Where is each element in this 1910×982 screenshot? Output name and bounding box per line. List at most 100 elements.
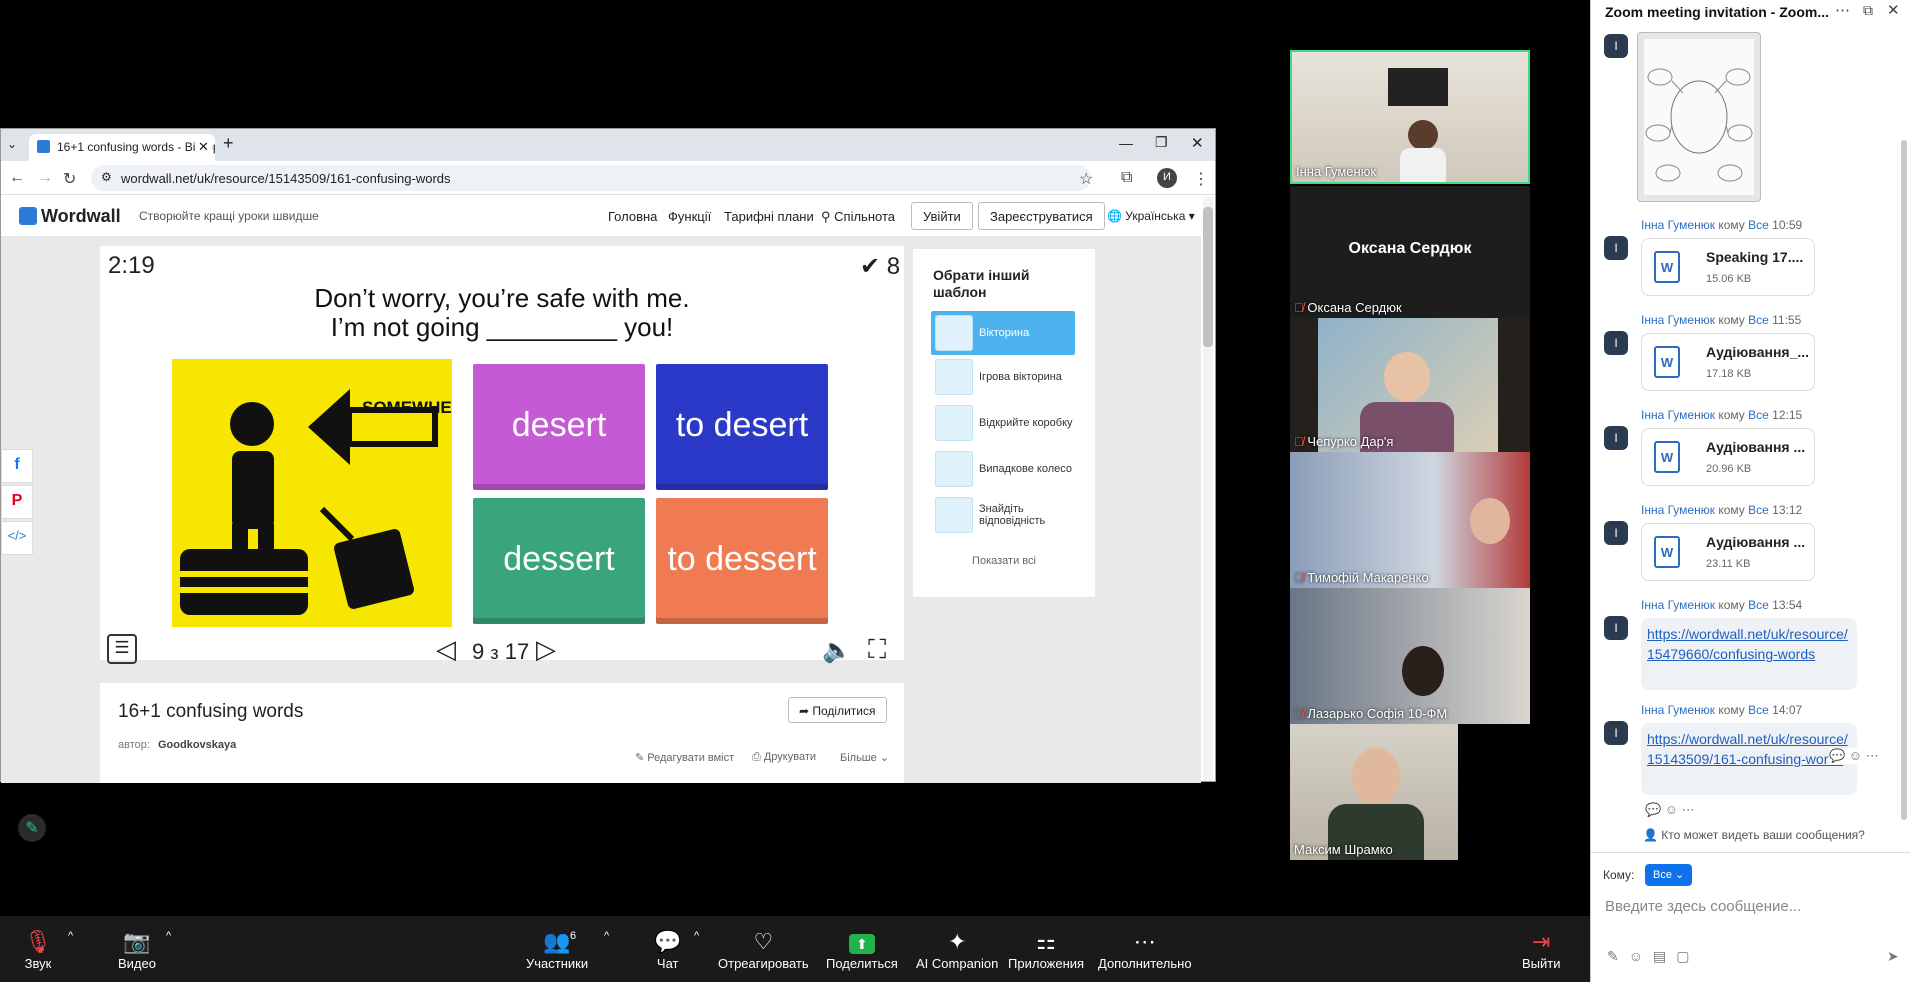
register-button[interactable]: Зареєструватися — [978, 202, 1105, 230]
link-message[interactable]: https://wordwall.net/uk/resource/1547966… — [1641, 618, 1857, 690]
language-select[interactable]: 🌐 Українська ▾ — [1107, 209, 1195, 223]
more-dropdown[interactable]: Більше ⌄ — [840, 751, 889, 764]
answer-card-2[interactable]: to desert — [656, 364, 828, 490]
wordwall-logo[interactable]: Wordwall — [41, 206, 121, 227]
nav-community[interactable]: ⚲ Спільнота — [821, 209, 895, 225]
sound-icon[interactable]: 🔈 — [822, 636, 852, 665]
chat-scrollbar[interactable] — [1901, 140, 1907, 820]
participants-caret[interactable]: ^ — [604, 930, 609, 942]
apps-button[interactable]: ⚏ Приложения — [1008, 928, 1084, 971]
facebook-share-icon[interactable]: f — [1, 449, 33, 483]
nav-features[interactable]: Функції — [668, 209, 711, 224]
tab-close-icon[interactable]: ✕ — [195, 139, 212, 155]
url-field[interactable]: ⚙ wordwall.net/uk/resource/15143509/161-… — [91, 165, 1091, 191]
sender-name[interactable]: Інна Гуменюк — [1641, 313, 1715, 327]
nav-pricing[interactable]: Тарифні плани — [724, 209, 814, 224]
next-page-icon[interactable]: ▷ — [536, 634, 556, 665]
file-attachment[interactable]: W Аудіювання ... 23.11 KB — [1641, 523, 1815, 581]
share-button[interactable]: ➦ Поділитися — [788, 697, 887, 723]
answer-card-3[interactable]: dessert — [473, 498, 645, 624]
ai-companion-button[interactable]: ✦ AI Companion — [916, 928, 998, 971]
page-scrollbar[interactable] — [1203, 197, 1213, 781]
more-button[interactable]: ⋯ Дополнительно — [1098, 928, 1192, 971]
browser-menu-icon[interactable]: ⋮ — [1193, 169, 1209, 189]
sender-name[interactable]: Інна Гуменюк — [1641, 703, 1715, 717]
tab-list-chevron-icon[interactable]: ⌄ — [7, 137, 17, 151]
profile-avatar[interactable]: И — [1157, 168, 1177, 188]
minimize-button[interactable]: — — [1119, 135, 1133, 151]
quiz-game: 2:19 ✔ 8 Don’t worry, you’re safe with m… — [100, 246, 904, 664]
react-button[interactable]: ♡ Отреагировать — [718, 928, 809, 971]
video-tile-2[interactable]: 🎙̸ Чепурко Дар'я — [1290, 318, 1530, 452]
video-tile-host[interactable]: Інна Гуменюк — [1290, 50, 1530, 184]
template-quiz[interactable]: Вікторина — [931, 311, 1075, 355]
template-open-box[interactable]: Відкрийте коробку — [931, 401, 1075, 445]
embed-icon[interactable]: </> — [1, 521, 33, 555]
who-can-see[interactable]: 👤 Кто может видеть ваши сообщения? — [1643, 828, 1865, 842]
word-file-icon: W — [1654, 441, 1680, 473]
chat-more-icon[interactable]: ⋯ — [1835, 1, 1850, 19]
forward-icon[interactable]: → — [37, 169, 53, 187]
file-attachment[interactable]: W Аудіювання ... 20.96 KB — [1641, 428, 1815, 486]
participants-button[interactable]: 👥 Участники — [526, 928, 588, 971]
leave-button[interactable]: ⇥ Выйти — [1522, 928, 1561, 971]
popout-icon[interactable]: ⧉ — [1863, 2, 1873, 19]
participant-name: 🎙̸ Чепурко Дар'я — [1294, 434, 1393, 449]
sender-name[interactable]: Інна Гуменюк — [1641, 598, 1715, 612]
more-label: Дополнительно — [1098, 956, 1192, 971]
author-name[interactable]: Goodkovskaya — [158, 739, 236, 751]
chat-close-icon[interactable]: ✕ — [1887, 1, 1900, 19]
participant-name-text: Оксана Сердюк — [1307, 300, 1402, 315]
chat-input[interactable]: Введите здесь сообщение... — [1605, 894, 1895, 922]
chat-composer-tools[interactable]: ✎☺▤▢ — [1607, 948, 1699, 965]
show-all-templates[interactable]: Показати всі — [913, 555, 1095, 567]
to-word: кому — [1718, 703, 1745, 717]
sender-name[interactable]: Інна Гуменюк — [1641, 218, 1715, 232]
video-options-caret[interactable]: ^ — [166, 930, 171, 942]
answer-card-1[interactable]: desert — [473, 364, 645, 490]
video-tile-3[interactable]: 🎙̸ Тимофій Макаренко — [1290, 452, 1530, 588]
audio-options-caret[interactable]: ^ — [68, 930, 73, 942]
template-spin-wheel[interactable]: Випадкове колесо — [931, 447, 1075, 491]
edit-content-link[interactable]: ✎ Редагувати вміст — [635, 751, 734, 764]
audio-button[interactable]: 🎙 Звук — [24, 928, 52, 971]
video-tile-4[interactable]: 🎙̸ Лазарько Софія 10-ФМ — [1290, 588, 1530, 724]
send-icon[interactable]: ➤ — [1887, 948, 1899, 965]
login-button[interactable]: Увійти — [911, 202, 973, 230]
share-screen-button[interactable]: ⬆ Поделиться — [826, 928, 898, 971]
video-tile-off[interactable]: Оксана Сердюк 🎙̸ Оксана Сердюк — [1290, 186, 1530, 318]
question-line-1: Don’t worry, you’re safe with me. — [314, 283, 690, 313]
new-tab-button[interactable]: + — [223, 133, 234, 154]
answer-card-4[interactable]: to dessert — [656, 498, 828, 624]
chat-caret[interactable]: ^ — [694, 930, 699, 942]
recipient-select[interactable]: Все ⌄ — [1645, 864, 1693, 886]
back-icon[interactable]: ← — [9, 169, 25, 187]
message-actions[interactable]: 💬 ☺ ⋯ — [1829, 748, 1879, 764]
site-info-icon[interactable]: ⚙ — [101, 170, 112, 184]
link-message[interactable]: https://wordwall.net/uk/resource/1514350… — [1641, 723, 1857, 795]
video-button[interactable]: 📷 Видео — [118, 928, 156, 971]
pinterest-share-icon[interactable]: P — [1, 485, 33, 519]
reload-icon[interactable]: ↻ — [63, 169, 76, 189]
file-attachment[interactable]: W Аудіювання_... 17.18 KB — [1641, 333, 1815, 391]
template-gameshow-quiz[interactable]: Ігрова вікторина — [931, 355, 1075, 399]
annotate-pencil-icon[interactable]: ✎ — [18, 814, 46, 842]
chat-button[interactable]: 💬 Чат — [654, 928, 681, 971]
nav-home[interactable]: Головна — [608, 209, 657, 224]
prev-page-icon[interactable]: ◁ — [436, 634, 456, 665]
sender-name[interactable]: Інна Гуменюк — [1641, 503, 1715, 517]
sender-name[interactable]: Інна Гуменюк — [1641, 408, 1715, 422]
print-link[interactable]: ⎙ Друкувати — [752, 751, 816, 764]
browser-tab[interactable]: 16+1 confusing words - Вікторин ✕ — [29, 134, 215, 161]
maximize-button[interactable]: ❐ — [1155, 134, 1168, 151]
template-find-match[interactable]: Знайдіть відповідність — [931, 493, 1075, 537]
shared-image-thumbnail[interactable] — [1637, 32, 1761, 202]
thread-actions[interactable]: 💬 ☺ ⋯ — [1645, 802, 1695, 818]
menu-icon[interactable]: ☰ — [107, 634, 137, 664]
extensions-icon[interactable]: ⧉ — [1121, 169, 1132, 187]
file-attachment[interactable]: W Speaking 17.... 15.06 KB — [1641, 238, 1815, 296]
bookmark-star-icon[interactable]: ☆ — [1079, 169, 1093, 189]
video-tile-5[interactable]: Максим Шрамко — [1290, 724, 1458, 860]
window-close-button[interactable]: ✕ — [1191, 134, 1204, 152]
fullscreen-icon[interactable]: ⛶ — [868, 634, 886, 666]
